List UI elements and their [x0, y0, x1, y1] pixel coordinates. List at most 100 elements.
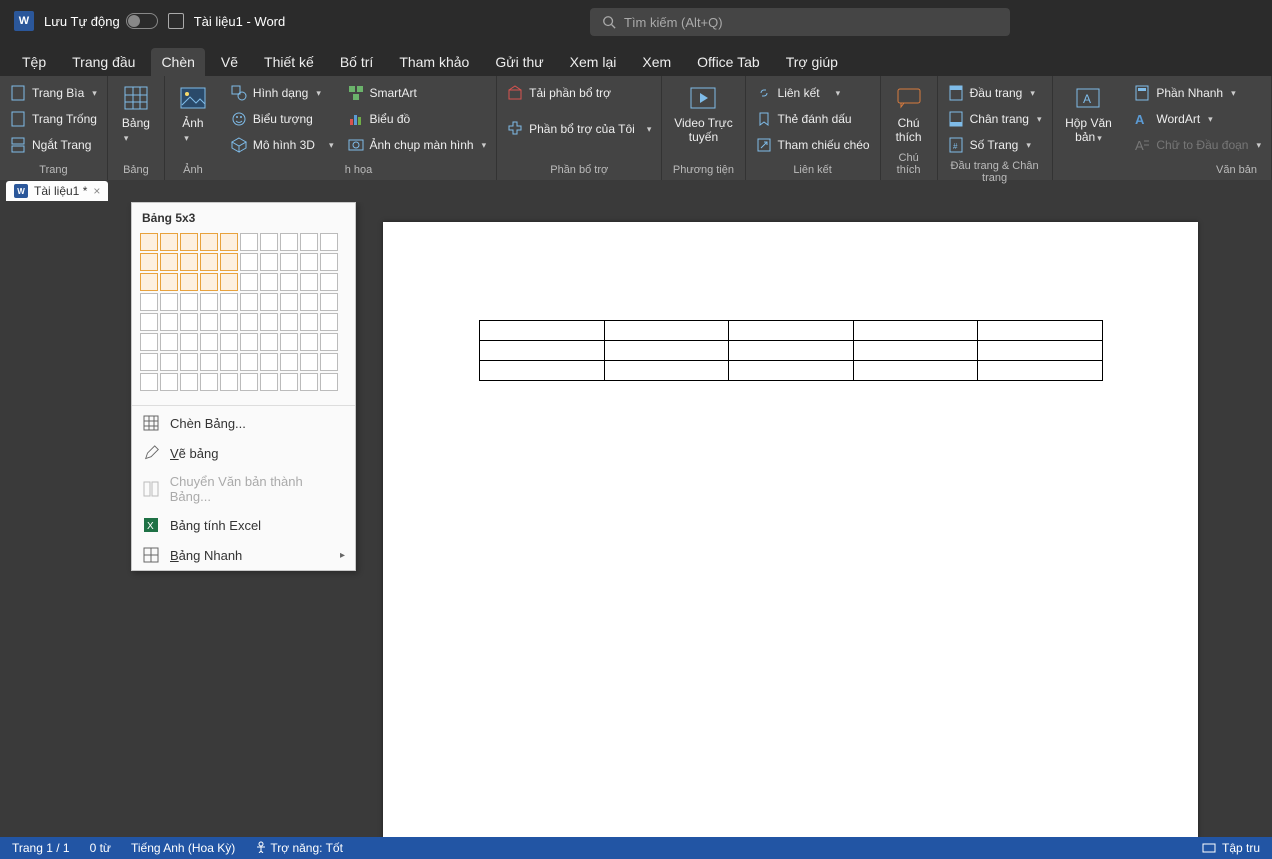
- grid-cell[interactable]: [280, 233, 298, 251]
- grid-cell[interactable]: [260, 373, 278, 391]
- grid-cell[interactable]: [320, 333, 338, 351]
- focus-mode-icon[interactable]: [1202, 841, 1216, 855]
- tab-design[interactable]: Thiết kế: [254, 48, 324, 76]
- grid-cell[interactable]: [220, 313, 238, 331]
- footer-button[interactable]: Chân trang▾: [944, 106, 1046, 132]
- status-focus[interactable]: Tập tru: [1222, 841, 1260, 855]
- grid-cell[interactable]: [160, 333, 178, 351]
- grid-cell[interactable]: [140, 373, 158, 391]
- crossref-button[interactable]: Tham chiếu chéo: [752, 132, 874, 158]
- grid-cell[interactable]: [220, 253, 238, 271]
- grid-cell[interactable]: [180, 373, 198, 391]
- draw-table-item[interactable]: Vẽ bảng: [132, 438, 355, 468]
- grid-cell[interactable]: [220, 233, 238, 251]
- grid-cell[interactable]: [260, 253, 278, 271]
- textbox-button[interactable]: A Hộp Văn bản▾: [1059, 80, 1119, 148]
- grid-cell[interactable]: [240, 313, 258, 331]
- grid-cell[interactable]: [300, 313, 318, 331]
- grid-cell[interactable]: [300, 333, 318, 351]
- grid-cell[interactable]: [160, 273, 178, 291]
- grid-cell[interactable]: [200, 333, 218, 351]
- grid-cell[interactable]: [300, 373, 318, 391]
- grid-cell[interactable]: [180, 293, 198, 311]
- grid-cell[interactable]: [300, 273, 318, 291]
- link-button[interactable]: Liên kết▾: [752, 80, 874, 106]
- grid-cell[interactable]: [180, 233, 198, 251]
- grid-cell[interactable]: [180, 253, 198, 271]
- pictures-button[interactable]: Ảnh▾: [171, 80, 215, 148]
- page[interactable]: [383, 222, 1198, 839]
- icons-button[interactable]: Biểu tượng: [227, 106, 338, 132]
- grid-cell[interactable]: [140, 253, 158, 271]
- model3d-button[interactable]: Mô hình 3D▾: [227, 132, 338, 158]
- page-break-button[interactable]: Ngắt Trang: [6, 132, 101, 158]
- get-addins-button[interactable]: Tải phần bổ trợ: [503, 80, 655, 106]
- excel-table-item[interactable]: XBảng tính Excel: [132, 510, 355, 540]
- grid-cell[interactable]: [240, 353, 258, 371]
- grid-cell[interactable]: [320, 293, 338, 311]
- grid-cell[interactable]: [240, 233, 258, 251]
- grid-cell[interactable]: [320, 233, 338, 251]
- grid-cell[interactable]: [240, 253, 258, 271]
- comment-button[interactable]: Chú thích: [887, 80, 931, 148]
- tab-office[interactable]: Office Tab: [687, 48, 770, 76]
- smartart-button[interactable]: SmartArt: [344, 80, 491, 106]
- grid-cell[interactable]: [280, 333, 298, 351]
- grid-cell[interactable]: [240, 293, 258, 311]
- grid-cell[interactable]: [300, 353, 318, 371]
- grid-cell[interactable]: [260, 313, 278, 331]
- tab-view[interactable]: Xem: [632, 48, 681, 76]
- grid-cell[interactable]: [280, 353, 298, 371]
- grid-cell[interactable]: [160, 353, 178, 371]
- wordart-button[interactable]: AWordArt▾: [1130, 106, 1265, 132]
- grid-cell[interactable]: [300, 293, 318, 311]
- grid-cell[interactable]: [200, 233, 218, 251]
- my-addins-button[interactable]: Phần bổ trợ của Tôi▾: [503, 116, 655, 142]
- grid-cell[interactable]: [140, 233, 158, 251]
- grid-cell[interactable]: [280, 373, 298, 391]
- bookmark-button[interactable]: Thẻ đánh dấu: [752, 106, 874, 132]
- grid-cell[interactable]: [160, 313, 178, 331]
- save-icon[interactable]: [168, 13, 184, 29]
- grid-cell[interactable]: [280, 293, 298, 311]
- chart-button[interactable]: Biểu đồ: [344, 106, 491, 132]
- header-button[interactable]: Đầu trang▾: [944, 80, 1046, 106]
- grid-cell[interactable]: [240, 373, 258, 391]
- tab-draw[interactable]: Vẽ: [211, 48, 248, 76]
- grid-cell[interactable]: [280, 253, 298, 271]
- grid-cell[interactable]: [260, 233, 278, 251]
- grid-cell[interactable]: [180, 333, 198, 351]
- grid-cell[interactable]: [160, 293, 178, 311]
- status-page[interactable]: Trang 1 / 1: [12, 841, 70, 855]
- grid-cell[interactable]: [140, 273, 158, 291]
- preview-table[interactable]: [479, 320, 1103, 381]
- grid-cell[interactable]: [300, 253, 318, 271]
- shapes-button[interactable]: Hình dạng▾: [227, 80, 338, 106]
- grid-cell[interactable]: [220, 373, 238, 391]
- tab-layout[interactable]: Bố trí: [330, 48, 383, 76]
- grid-cell[interactable]: [260, 293, 278, 311]
- grid-cell[interactable]: [200, 313, 218, 331]
- tab-home[interactable]: Trang đầu: [62, 48, 145, 76]
- tab-insert[interactable]: Chèn: [151, 48, 204, 76]
- grid-cell[interactable]: [200, 293, 218, 311]
- grid-cell[interactable]: [200, 373, 218, 391]
- grid-cell[interactable]: [220, 293, 238, 311]
- insert-table-item[interactable]: Chèn Bảng...: [132, 408, 355, 438]
- grid-cell[interactable]: [220, 333, 238, 351]
- grid-cell[interactable]: [140, 333, 158, 351]
- search-box[interactable]: Tìm kiếm (Alt+Q): [590, 8, 1010, 36]
- tab-references[interactable]: Tham khảo: [389, 48, 479, 76]
- grid-cell[interactable]: [220, 353, 238, 371]
- grid-cell[interactable]: [320, 313, 338, 331]
- tab-mailings[interactable]: Gửi thư: [485, 48, 553, 76]
- status-words[interactable]: 0 từ: [90, 841, 111, 855]
- toggle-switch-icon[interactable]: [126, 13, 158, 29]
- grid-cell[interactable]: [240, 273, 258, 291]
- grid-cell[interactable]: [300, 233, 318, 251]
- status-language[interactable]: Tiếng Anh (Hoa Kỳ): [131, 841, 235, 855]
- grid-cell[interactable]: [180, 273, 198, 291]
- grid-cell[interactable]: [320, 273, 338, 291]
- pageno-button[interactable]: #Số Trang▾: [944, 132, 1046, 158]
- grid-cell[interactable]: [320, 353, 338, 371]
